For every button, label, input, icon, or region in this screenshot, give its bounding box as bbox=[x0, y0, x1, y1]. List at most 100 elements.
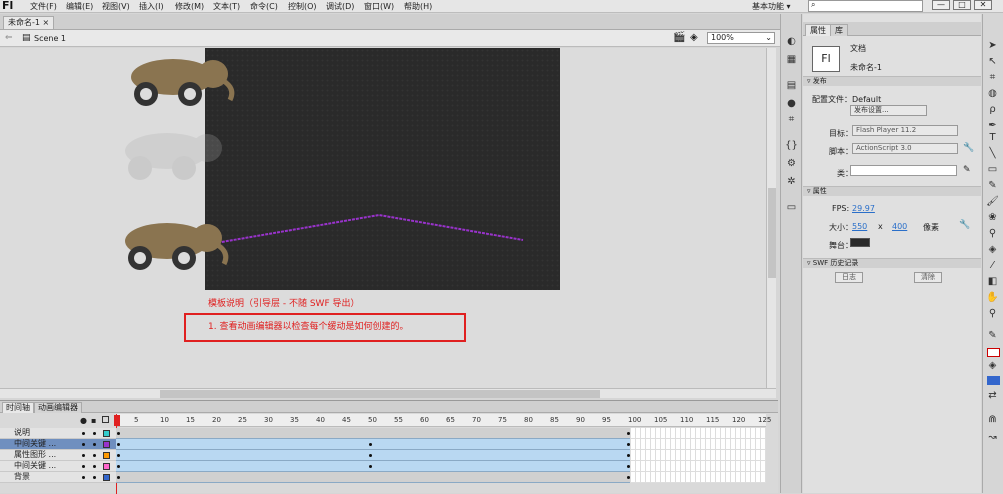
keyframe[interactable] bbox=[117, 465, 120, 468]
keyframe[interactable] bbox=[369, 454, 372, 457]
stage[interactable] bbox=[205, 48, 560, 290]
empty-frames[interactable] bbox=[630, 450, 766, 461]
stroke-swatch[interactable] bbox=[987, 348, 1000, 357]
tab-library[interactable]: 库 bbox=[830, 24, 848, 36]
menu-edit[interactable]: 编辑(E) bbox=[66, 1, 93, 12]
eyedropper-icon[interactable]: ⁄ bbox=[985, 260, 1000, 273]
keyframe[interactable] bbox=[117, 443, 120, 446]
tab-timeline[interactable]: 时间轴 bbox=[2, 402, 34, 413]
menu-control[interactable]: 控制(O) bbox=[288, 1, 317, 12]
text-tool-icon[interactable]: T bbox=[985, 132, 1000, 145]
section-swf-history[interactable]: ▿ SWF 历史记录 bbox=[803, 258, 981, 268]
pencil-icon[interactable]: ✎ bbox=[963, 165, 971, 175]
line-tool-icon[interactable]: ╲ bbox=[985, 148, 1000, 161]
fill-color-icon[interactable]: ◈ bbox=[985, 360, 1000, 373]
lock-dot[interactable] bbox=[93, 465, 96, 468]
visibility-dot[interactable] bbox=[82, 443, 85, 446]
hand-tool-icon[interactable]: ✋ bbox=[985, 292, 1000, 305]
layer-row[interactable]: 中间关键 ... bbox=[0, 461, 766, 472]
layer-frames[interactable] bbox=[116, 472, 630, 483]
publish-settings-button[interactable]: 发布设置... bbox=[850, 105, 927, 116]
vertical-scrollbar[interactable] bbox=[766, 48, 776, 388]
code-icon[interactable]: {} bbox=[784, 140, 799, 153]
width-value[interactable]: 550 bbox=[852, 222, 867, 231]
menu-text[interactable]: 文本(T) bbox=[213, 1, 240, 12]
lock-dot[interactable] bbox=[93, 476, 96, 479]
search-input[interactable]: ⌕ bbox=[808, 0, 923, 12]
brush-tool-icon[interactable]: 🖌 bbox=[985, 196, 1000, 209]
menu-commands[interactable]: 命令(C) bbox=[250, 1, 278, 12]
frame-ruler[interactable]: 1510152025303540455055606570758085909510… bbox=[116, 414, 771, 427]
wrench-icon[interactable]: 🔧 bbox=[959, 220, 970, 230]
tab-motion-editor[interactable]: 动画编辑器 bbox=[34, 402, 82, 413]
snap-magnet-icon[interactable]: ⋒ bbox=[985, 414, 1000, 427]
bone-tool-icon[interactable]: ⚲ bbox=[985, 228, 1000, 241]
menu-file[interactable]: 文件(F) bbox=[30, 1, 57, 12]
subselection-tool-icon[interactable]: ↖ bbox=[985, 56, 1000, 69]
layer-name[interactable]: 属性图形 ... bbox=[0, 450, 116, 461]
menu-window[interactable]: 窗口(W) bbox=[364, 1, 394, 12]
back-arrow-icon[interactable]: ⇐ bbox=[5, 33, 13, 43]
keyframe[interactable] bbox=[369, 443, 372, 446]
scroll-thumb[interactable] bbox=[768, 188, 776, 278]
info-icon[interactable]: ● bbox=[784, 98, 799, 111]
grid-icon[interactable]: ▦ bbox=[784, 54, 799, 67]
minimize-button[interactable]: — bbox=[932, 0, 950, 10]
3d-rotation-icon[interactable]: ◍ bbox=[985, 88, 1000, 101]
menu-view[interactable]: 视图(V) bbox=[102, 1, 130, 12]
class-input[interactable] bbox=[850, 165, 957, 176]
empty-frames[interactable] bbox=[630, 472, 766, 483]
script-select[interactable]: ActionScript 3.0 bbox=[852, 143, 958, 154]
layer-name[interactable]: 中间关键 ... bbox=[0, 461, 116, 472]
empty-frames[interactable] bbox=[630, 439, 766, 450]
keyframe[interactable] bbox=[117, 432, 120, 435]
close-button[interactable]: ✕ bbox=[974, 0, 992, 10]
visibility-dot[interactable] bbox=[82, 476, 85, 479]
fps-value[interactable]: 29.97 bbox=[852, 204, 875, 213]
layer-frames[interactable] bbox=[116, 439, 630, 450]
pencil-tool-icon[interactable]: ✎ bbox=[985, 180, 1000, 193]
log-button[interactable]: 日志 bbox=[835, 272, 863, 283]
target-select[interactable]: Flash Player 11.2 bbox=[852, 125, 958, 136]
align-icon[interactable]: ▤ bbox=[784, 80, 799, 93]
section-properties[interactable]: ▿ 属性 bbox=[803, 186, 981, 196]
palette-icon[interactable]: ◐ bbox=[784, 36, 799, 49]
components-icon[interactable]: ⚙ bbox=[784, 158, 799, 171]
layer-name[interactable]: 中间关键 ... bbox=[0, 439, 116, 450]
keyframe[interactable] bbox=[117, 476, 120, 479]
layer-row[interactable]: 说明 bbox=[0, 428, 766, 439]
selection-tool-icon[interactable]: ➤ bbox=[985, 40, 1000, 53]
layer-frames[interactable] bbox=[116, 450, 630, 461]
menu-modify[interactable]: 修改(M) bbox=[175, 1, 204, 12]
motion-presets-icon[interactable]: ✲ bbox=[784, 176, 799, 189]
swap-colors-icon[interactable]: ⇄ bbox=[985, 390, 1000, 403]
keyframe[interactable] bbox=[117, 454, 120, 457]
tab-properties[interactable]: 属性 bbox=[805, 24, 831, 36]
zoom-tool-icon[interactable]: ⚲ bbox=[985, 308, 1000, 321]
deco-tool-icon[interactable]: ❀ bbox=[985, 212, 1000, 225]
history-icon[interactable]: ▭ bbox=[784, 202, 799, 215]
scroll-thumb[interactable] bbox=[160, 390, 600, 398]
layer-frames[interactable] bbox=[116, 428, 630, 439]
eraser-icon[interactable]: ◧ bbox=[985, 276, 1000, 289]
layer-name[interactable]: 说明 bbox=[0, 428, 116, 439]
workspace-switcher[interactable]: 基本功能 ▾ bbox=[752, 1, 791, 12]
outline-icon[interactable] bbox=[102, 416, 109, 423]
layer-color-swatch[interactable] bbox=[103, 441, 110, 448]
lock-dot[interactable] bbox=[93, 432, 96, 435]
layer-row[interactable]: 背景 bbox=[0, 472, 766, 483]
edit-symbol-icon[interactable]: ◈ bbox=[690, 32, 698, 43]
layer-color-swatch[interactable] bbox=[103, 474, 110, 481]
lock-dot[interactable] bbox=[93, 454, 96, 457]
rectangle-tool-icon[interactable]: ▭ bbox=[985, 164, 1000, 177]
paint-bucket-icon[interactable]: ◈ bbox=[985, 244, 1000, 257]
menu-insert[interactable]: 插入(I) bbox=[139, 1, 164, 12]
transform-icon[interactable]: ⌗ bbox=[784, 114, 799, 127]
layer-color-swatch[interactable] bbox=[103, 452, 110, 459]
layer-row[interactable]: 中间关键 ... bbox=[0, 439, 766, 450]
clear-button[interactable]: 清除 bbox=[914, 272, 942, 283]
elephant-car-icon[interactable] bbox=[112, 216, 240, 272]
motion-path[interactable] bbox=[205, 48, 560, 290]
edit-scene-icon[interactable]: 🎬 bbox=[673, 32, 685, 43]
stage-color-swatch[interactable] bbox=[850, 238, 870, 247]
